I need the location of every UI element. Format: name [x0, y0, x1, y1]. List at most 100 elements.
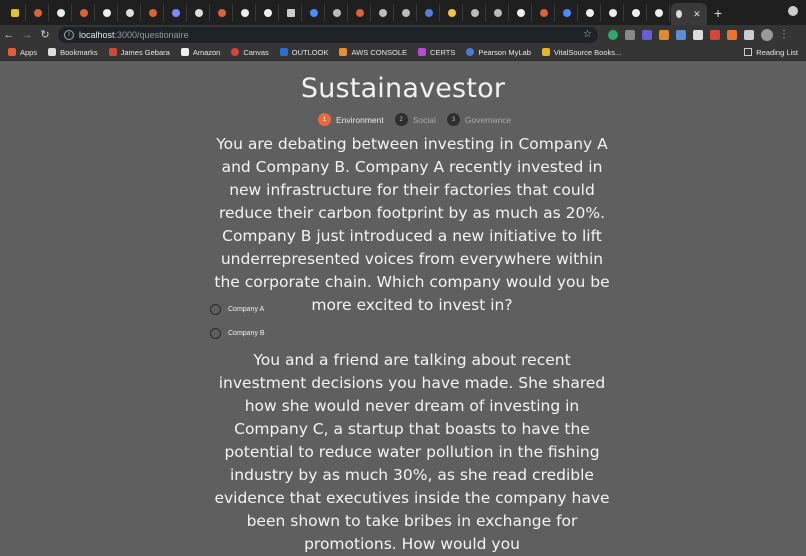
bookmark-label: Pearson MyLab — [478, 47, 531, 57]
browser-tab[interactable] — [142, 4, 164, 21]
browser-tab[interactable] — [464, 4, 486, 21]
browser-tab[interactable] — [648, 4, 670, 21]
tab-favicon-icon — [194, 8, 203, 17]
radio-button[interactable] — [210, 328, 221, 339]
tab-favicon-icon — [217, 8, 226, 17]
browser-tab[interactable] — [441, 4, 463, 21]
questionnaire-page: Sustainavestor 1 Environment 2 Social 3 … — [0, 62, 806, 553]
browser-tab[interactable] — [326, 4, 348, 21]
extension-icon[interactable] — [676, 29, 686, 40]
browser-tab[interactable] — [395, 4, 417, 21]
bookmark-bookmarks[interactable]: Bookmarks — [48, 48, 98, 57]
bookmark-label: AWS CONSOLE — [351, 47, 408, 57]
bookmark-amazon[interactable]: Amazon — [180, 47, 221, 57]
bookmark-label: VitalSource Books... — [553, 47, 622, 57]
browser-tab[interactable] — [487, 4, 509, 21]
tab-favicon-icon — [654, 8, 663, 17]
tab-favicon-icon — [148, 8, 157, 17]
step-number-badge: 1 — [318, 113, 331, 126]
browser-tab[interactable] — [579, 4, 601, 21]
extension-icon[interactable] — [659, 29, 669, 40]
browser-toolbar: ← → ↻ i localhost:3000/questionaire ☆ ⋮ — [0, 25, 806, 44]
tab-search-icon[interactable] — [788, 6, 798, 16]
radio-option-company-a[interactable]: Company A — [210, 304, 264, 315]
apps-grid-icon — [8, 48, 16, 56]
reading-list-icon — [744, 48, 753, 56]
site-info-icon[interactable]: i — [64, 29, 74, 40]
question-text: You are debating between investing in Co… — [214, 135, 610, 314]
puzzle-extensions-icon[interactable] — [744, 29, 754, 40]
bookmark-aws-console[interactable]: AWS CONSOLE — [339, 48, 407, 57]
browser-tab[interactable] — [4, 4, 26, 21]
tab-favicon-icon — [56, 8, 65, 17]
browser-tab[interactable] — [165, 4, 187, 21]
amazon-icon — [180, 48, 189, 56]
browser-tab[interactable] — [372, 4, 394, 21]
back-arrow-icon[interactable]: ← — [0, 29, 18, 41]
bookmark-outlook[interactable]: OUTLOOK — [279, 47, 329, 57]
reading-list-button[interactable]: Reading List — [744, 48, 798, 57]
browser-tab[interactable] — [533, 4, 555, 21]
bookmark-apps[interactable]: Apps — [8, 48, 37, 57]
bookmark-certs[interactable]: CERTS — [418, 48, 455, 57]
extension-icon[interactable] — [608, 29, 618, 40]
extension-icon[interactable] — [727, 29, 737, 40]
tab-favicon-icon — [79, 8, 88, 17]
bookmark-james-gebara[interactable]: James Gebara — [108, 47, 170, 57]
bookmark-label: James Gebara — [120, 47, 170, 57]
bookmark-label: Amazon — [192, 47, 221, 57]
bookmark-label: OUTLOOK — [291, 47, 329, 57]
radio-button[interactable] — [210, 304, 221, 315]
question-text: You and a friend are talking about recen… — [214, 351, 610, 553]
address-bar[interactable]: i localhost:3000/questionaire ☆ — [58, 26, 598, 43]
menu-kebab-icon[interactable]: ⋮ — [779, 29, 789, 40]
forward-arrow-icon[interactable]: → — [18, 29, 36, 41]
profile-avatar-icon[interactable] — [761, 28, 773, 41]
radio-option-company-b[interactable]: Company B — [210, 328, 265, 339]
step-environment[interactable]: 1 Environment — [318, 113, 384, 126]
step-social[interactable]: 2 Social — [394, 113, 436, 126]
certs-icon — [418, 48, 427, 56]
reload-icon[interactable]: ↻ — [36, 28, 54, 41]
browser-tab[interactable] — [96, 4, 118, 21]
browser-tab[interactable] — [257, 4, 279, 21]
extension-icon[interactable] — [710, 29, 720, 40]
bookmark-label: Canvas — [243, 47, 269, 57]
bookmark-vitalsource[interactable]: VitalSource Books... — [541, 47, 622, 57]
browser-tab[interactable] — [211, 4, 233, 21]
tab-favicon-icon — [332, 8, 341, 17]
bookmark-star-icon[interactable]: ☆ — [583, 29, 592, 40]
tab-favicon-icon — [10, 8, 19, 17]
tab-favicon-icon — [676, 10, 683, 18]
browser-tab[interactable] — [625, 4, 647, 21]
extension-icon[interactable] — [625, 29, 635, 40]
extension-icon[interactable] — [693, 29, 703, 40]
browser-tab[interactable] — [27, 4, 49, 21]
new-tab-icon[interactable]: + — [714, 5, 722, 21]
tab-favicon-icon — [539, 8, 548, 17]
bookmark-pearson-mylab[interactable]: Pearson MyLab — [466, 48, 531, 57]
browser-tab[interactable] — [303, 4, 325, 21]
browser-tab[interactable] — [280, 4, 302, 21]
browser-tab[interactable] — [73, 4, 95, 21]
close-tab-icon[interactable]: ✕ — [693, 9, 701, 20]
browser-tab[interactable] — [602, 4, 624, 21]
browser-tab[interactable] — [119, 4, 141, 21]
extension-icon[interactable] — [642, 29, 652, 40]
page-title: Sustainavestor — [300, 73, 506, 104]
tab-favicon-icon — [585, 8, 594, 17]
extensions-area — [608, 29, 761, 40]
star-icon — [48, 48, 57, 56]
vitalsource-icon — [541, 48, 550, 56]
browser-tab[interactable] — [556, 4, 578, 21]
browser-tab[interactable] — [510, 4, 532, 21]
browser-tab-active[interactable]: ✕ — [671, 3, 707, 25]
browser-tab[interactable] — [349, 4, 371, 21]
aws-icon — [339, 48, 348, 56]
step-governance[interactable]: 3 Governance — [446, 113, 511, 126]
bookmark-canvas[interactable]: Canvas — [231, 47, 269, 57]
browser-tab[interactable] — [50, 4, 72, 21]
browser-tab[interactable] — [418, 4, 440, 21]
browser-tab[interactable] — [234, 4, 256, 21]
browser-tab[interactable] — [188, 4, 210, 21]
